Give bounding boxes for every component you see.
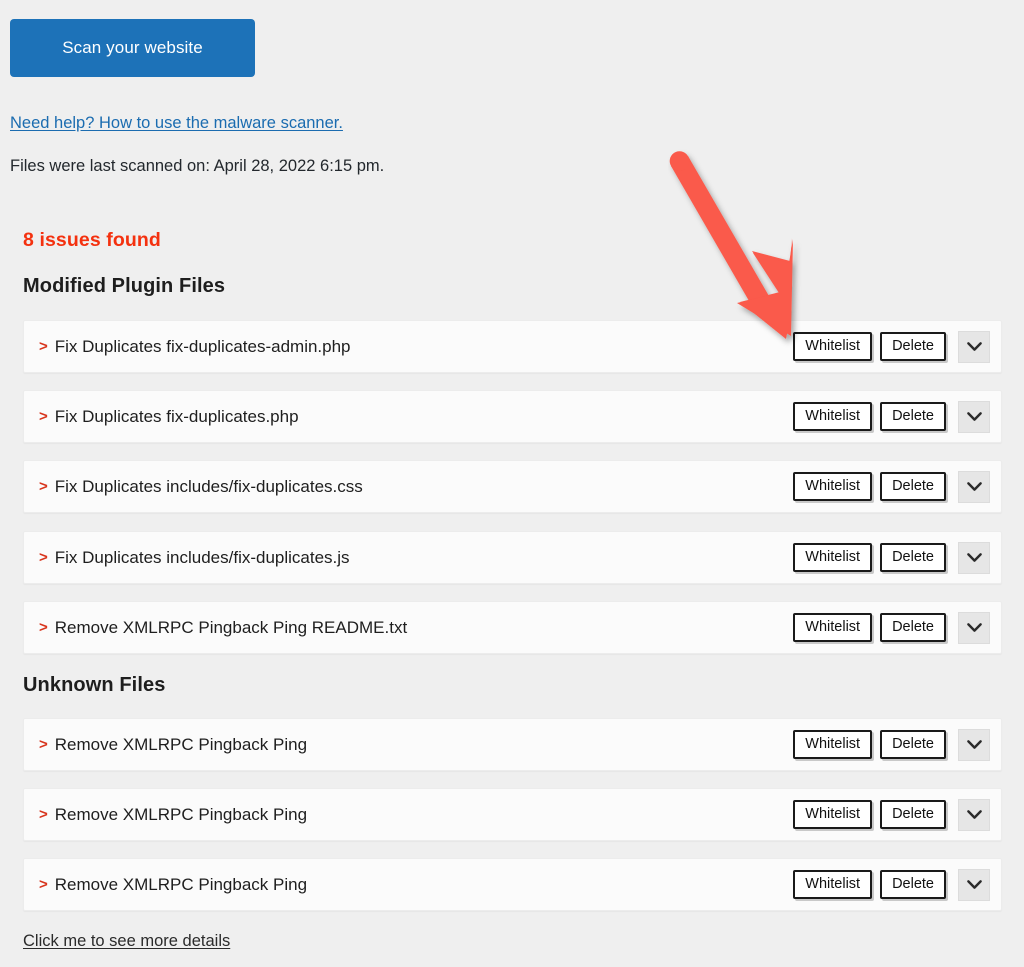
scan-website-button[interactable]: Scan your website <box>10 19 255 77</box>
file-name-label: Fix Duplicates includes/fix-duplicates.j… <box>54 547 350 567</box>
file-name-label: Remove XMLRPC Pingback Ping <box>54 804 308 824</box>
file-row[interactable]: > Remove XMLRPC Pingback Ping Whitelist Del… <box>23 788 1002 841</box>
whitelist-button[interactable]: Whitelist <box>793 332 873 361</box>
file-row[interactable]: > Remove XMLRPC Pingback Ping Whitelist Del… <box>23 718 1002 771</box>
expand-caret-icon[interactable]: > <box>39 339 48 354</box>
row-actions: Whitelist Delete <box>793 868 990 901</box>
row-actions: Whitelist Delete <box>793 330 990 363</box>
delete-button[interactable]: Delete <box>880 870 946 899</box>
file-name-label: Remove XMLRPC Pingback Ping README.txt <box>54 617 408 637</box>
row-actions: Whitelist Delete <box>793 611 990 644</box>
whitelist-button[interactable]: Whitelist <box>793 800 873 829</box>
file-row[interactable]: > Fix Duplicates fix-duplicates.php Whitel… <box>23 390 1002 443</box>
file-row[interactable]: > Fix Duplicates includes/fix-duplicates.… <box>23 460 1002 513</box>
whitelist-button[interactable]: Whitelist <box>793 543 873 572</box>
malware-scanner-help-link[interactable]: Need help? How to use the malware scanne… <box>10 114 343 133</box>
file-row[interactable]: > Fix Duplicates includes/fix-duplicates.… <box>23 531 1002 584</box>
chevron-down-icon[interactable] <box>958 400 990 433</box>
issues-found-summary: 8 issues found <box>23 229 161 251</box>
expand-caret-icon[interactable]: > <box>39 620 48 635</box>
expand-caret-icon[interactable]: > <box>39 550 48 565</box>
delete-button[interactable]: Delete <box>880 800 946 829</box>
row-actions: Whitelist Delete <box>793 470 990 503</box>
file-row[interactable]: > Remove XMLRPC Pingback Ping README.txt W… <box>23 601 1002 654</box>
file-name-label: Remove XMLRPC Pingback Ping <box>54 734 308 754</box>
chevron-down-icon[interactable] <box>958 728 990 761</box>
whitelist-button[interactable]: Whitelist <box>793 402 873 431</box>
file-row[interactable]: > Remove XMLRPC Pingback Ping Whitelist Del… <box>23 858 1002 911</box>
row-actions: Whitelist Delete <box>793 728 990 761</box>
chevron-down-icon[interactable] <box>958 470 990 503</box>
more-details-link[interactable]: Click me to see more details <box>23 932 230 951</box>
delete-button[interactable]: Delete <box>880 613 946 642</box>
row-actions: Whitelist Delete <box>793 400 990 433</box>
delete-button[interactable]: Delete <box>880 402 946 431</box>
file-name-label: Fix Duplicates includes/fix-duplicates.c… <box>54 476 363 496</box>
row-actions: Whitelist Delete <box>793 798 990 831</box>
file-name-label: Fix Duplicates fix-duplicates.php <box>54 406 299 426</box>
whitelist-button[interactable]: Whitelist <box>793 730 873 759</box>
expand-caret-icon[interactable]: > <box>39 479 48 494</box>
chevron-down-icon[interactable] <box>958 611 990 644</box>
file-name-label: Remove XMLRPC Pingback Ping <box>54 874 308 894</box>
file-row[interactable]: > Fix Duplicates fix-duplicates-admin.php… <box>23 320 1002 373</box>
malware-scanner-page: Scan your website Need help? How to use … <box>0 0 1024 967</box>
whitelist-button[interactable]: Whitelist <box>793 472 873 501</box>
file-name-label: Fix Duplicates fix-duplicates-admin.php <box>54 336 351 356</box>
expand-caret-icon[interactable]: > <box>39 877 48 892</box>
row-actions: Whitelist Delete <box>793 541 990 574</box>
chevron-down-icon[interactable] <box>958 868 990 901</box>
whitelist-button[interactable]: Whitelist <box>793 613 873 642</box>
chevron-down-icon[interactable] <box>958 798 990 831</box>
expand-caret-icon[interactable]: > <box>39 409 48 424</box>
delete-button[interactable]: Delete <box>880 730 946 759</box>
last-scanned-text: Files were last scanned on: April 28, 20… <box>10 157 385 175</box>
section-heading-modified-plugin-files: Modified Plugin Files <box>23 275 226 297</box>
expand-caret-icon[interactable]: > <box>39 737 48 752</box>
section-heading-unknown-files: Unknown Files <box>23 674 166 696</box>
whitelist-button[interactable]: Whitelist <box>793 870 873 899</box>
delete-button[interactable]: Delete <box>880 543 946 572</box>
chevron-down-icon[interactable] <box>958 330 990 363</box>
delete-button[interactable]: Delete <box>880 332 946 361</box>
delete-button[interactable]: Delete <box>880 472 946 501</box>
chevron-down-icon[interactable] <box>958 541 990 574</box>
expand-caret-icon[interactable]: > <box>39 807 48 822</box>
